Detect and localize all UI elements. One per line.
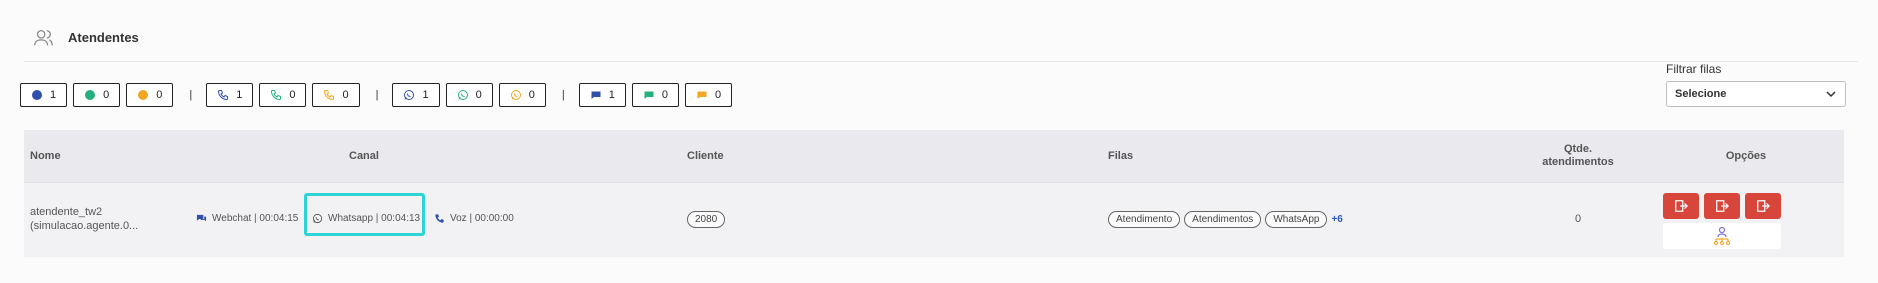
phone-green-icon [271,90,282,101]
users-icon [32,27,54,49]
queue-pill: Atendimento [1108,211,1181,228]
circle-orange-icon [138,90,149,100]
logout-icon [1757,200,1770,212]
queue-filter-value: Selecione [1675,88,1727,100]
chat-orange-icon [697,91,707,99]
client-badge: 2080 [687,211,726,228]
attendants-table: Nome Canal Cliente Filas Qtde. atendimen… [24,130,1844,257]
section-header: Atendentes [24,14,1858,62]
selected-channel-highlight [304,193,425,236]
queue-filter-select[interactable]: Selecione [1666,81,1846,107]
voice-chip-available[interactable]: 0 [259,83,307,107]
group-separator: | [561,89,565,101]
logout-icon [1675,200,1688,212]
page-title: Atendentes [68,30,139,45]
queues-list: Atendimento Atendimentos WhatsApp +6 [1108,211,1343,228]
attendance-count: 0 [1574,213,1582,225]
queue-filter: Filtrar filas Selecione [1666,62,1846,107]
agent-tree-icon [1714,226,1730,245]
status-chip-available[interactable]: 0 [73,83,121,107]
webchat-chip-paused[interactable]: 0 [684,83,733,107]
channel-voz[interactable]: Voz | 00:00:00 [434,213,514,224]
logout-icon [1716,200,1729,212]
chat-icon [196,214,207,222]
header-cliente: Cliente [687,150,724,162]
whatsapp-chip-paused[interactable]: 0 [498,83,546,107]
circle-green-icon [85,90,96,100]
chevron-down-icon [1826,91,1836,98]
chat-blue-icon [591,91,601,99]
table-header: Nome Canal Cliente Filas Qtde. atendimen… [24,130,1844,182]
header-qtde: Qtde. atendimentos [1542,143,1614,168]
circle-blue-icon [32,90,42,100]
status-filter-row: 1 0 0 | 1 0 0 | 1 0 0 | 1 0 0 [20,83,738,107]
voice-chip-paused[interactable]: 0 [312,83,360,107]
queue-filter-label: Filtrar filas [1666,62,1722,76]
whatsapp-chip-online[interactable]: 1 [392,83,440,107]
header-filas: Filas [1108,150,1134,162]
status-chip-paused[interactable]: 0 [126,83,174,107]
group-separator: | [375,89,379,101]
phone-blue-icon [218,90,229,101]
status-chip-online[interactable]: 1 [20,83,68,107]
phone-orange-icon [324,90,335,101]
more-queues-link[interactable]: +6 [1331,214,1342,225]
queue-pill: Atendimentos [1184,211,1262,228]
header-opcoes: Opções [1725,150,1767,162]
whatsapp-chip-available[interactable]: 0 [445,83,493,107]
whatsapp-orange-icon [510,90,521,100]
logout-button-3[interactable] [1745,193,1781,219]
logout-button-1[interactable] [1663,193,1699,219]
whatsapp-blue-icon [404,90,415,100]
attendants-card: Atendentes 1 0 0 | 1 0 0 | 1 0 0 | 1 0 0… [0,0,1878,283]
channel-webchat[interactable]: Webchat | 00:04:15 [196,213,298,224]
voice-chip-online[interactable]: 1 [206,83,254,107]
queue-pill: WhatsApp [1265,211,1328,228]
table-row: atendente_tw2 (simulacao.agente.0... Web… [24,182,1844,257]
whatsapp-green-icon [457,90,468,100]
webchat-chip-available[interactable]: 0 [631,83,679,107]
chat-green-icon [644,91,654,99]
header-canal: Canal [349,150,379,162]
phone-icon [435,214,444,223]
header-nome: Nome [30,150,61,162]
logout-button-2[interactable] [1704,193,1740,219]
group-separator: | [189,89,193,101]
webchat-chip-online[interactable]: 1 [578,83,626,107]
attendant-name: atendente_tw2 (simulacao.agente.0... [30,206,139,232]
monitor-button[interactable] [1663,223,1781,249]
